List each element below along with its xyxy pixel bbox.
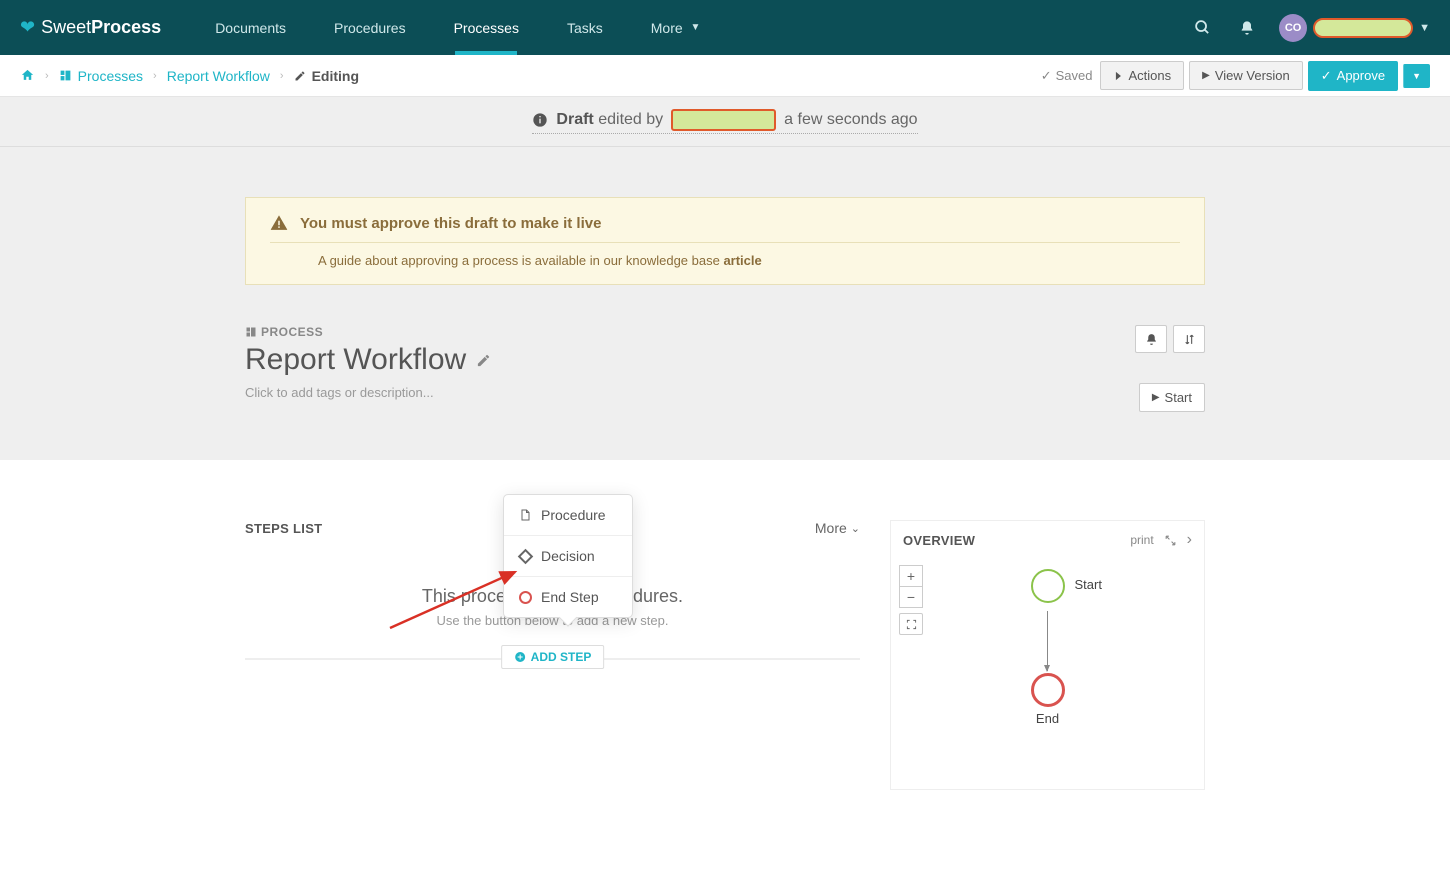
nav-documents[interactable]: Documents bbox=[191, 0, 310, 55]
flow-start-label: Start bbox=[1075, 577, 1102, 592]
actions-button[interactable]: Actions bbox=[1100, 61, 1184, 90]
flow-end-label: End bbox=[1036, 711, 1059, 726]
draft-banner: Draft edited by a few seconds ago bbox=[0, 97, 1450, 147]
chevron-down-icon: ▼ bbox=[690, 22, 700, 33]
user-avatar[interactable]: CO bbox=[1279, 14, 1307, 42]
saved-indicator: ✓ Saved bbox=[1041, 68, 1093, 84]
diamond-icon bbox=[518, 549, 532, 563]
add-step-popover: Procedure Decision End Step bbox=[503, 494, 633, 618]
flow-diagram: Start End bbox=[1031, 569, 1065, 726]
bell-icon[interactable] bbox=[1225, 20, 1269, 36]
zoom-controls: + − bbox=[899, 565, 923, 634]
approve-alert: You must approve this draft to make it l… bbox=[245, 197, 1205, 285]
process-description[interactable]: Click to add tags or description... bbox=[245, 385, 1205, 400]
top-nav: ❤ SweetProcess Documents Procedures Proc… bbox=[0, 0, 1450, 55]
steps-more[interactable]: More ⌄ bbox=[815, 520, 860, 536]
approve-dropdown[interactable]: ▼ bbox=[1403, 64, 1430, 88]
add-step-button[interactable]: ADD STEP bbox=[501, 645, 605, 669]
overview-panel: OVERVIEW print › + − bbox=[890, 520, 1205, 790]
logo-icon: ❤ bbox=[20, 17, 35, 38]
chevron-right-icon[interactable]: › bbox=[1187, 531, 1192, 549]
warning-icon bbox=[270, 214, 288, 232]
flow-connector bbox=[1047, 611, 1048, 671]
nav-more[interactable]: More ▼ bbox=[627, 0, 725, 55]
popover-procedure[interactable]: Procedure bbox=[504, 495, 632, 536]
user-name-redacted bbox=[1313, 18, 1413, 38]
content-area: STEPS LIST More ⌄ This process has no pr… bbox=[0, 460, 1450, 890]
print-link[interactable]: print bbox=[1130, 533, 1153, 547]
article-link[interactable]: article bbox=[723, 253, 761, 268]
circle-icon bbox=[518, 590, 532, 604]
header-area: You must approve this draft to make it l… bbox=[0, 147, 1450, 460]
steps-column: STEPS LIST More ⌄ This process has no pr… bbox=[245, 520, 860, 790]
popover-decision[interactable]: Decision bbox=[504, 536, 632, 577]
start-button[interactable]: ▶ Start bbox=[1139, 383, 1205, 412]
info-icon bbox=[532, 112, 548, 128]
zoom-in-button[interactable]: + bbox=[899, 565, 923, 587]
steps-heading: STEPS LIST bbox=[245, 521, 322, 536]
chevron-right-icon: › bbox=[45, 70, 49, 82]
sub-toolbar: › Processes › Report Workflow › Editing … bbox=[0, 55, 1450, 97]
notify-button[interactable] bbox=[1135, 325, 1167, 353]
process-title[interactable]: Report Workflow bbox=[245, 343, 1205, 377]
nav-processes[interactable]: Processes bbox=[430, 0, 543, 55]
nav-procedures[interactable]: Procedures bbox=[310, 0, 430, 55]
logo[interactable]: ❤ SweetProcess bbox=[20, 17, 161, 38]
popover-end-step[interactable]: End Step bbox=[504, 577, 632, 617]
approve-button[interactable]: ✓ Approve bbox=[1308, 61, 1398, 91]
zoom-out-button[interactable]: − bbox=[899, 586, 923, 608]
overview-column: OVERVIEW print › + − bbox=[890, 520, 1205, 790]
search-icon[interactable] bbox=[1180, 19, 1225, 36]
process-header: PROCESS Report Workflow Click to add tag… bbox=[245, 325, 1205, 400]
editor-name-redacted bbox=[671, 109, 776, 131]
nav-items: Documents Procedures Processes Tasks Mor… bbox=[191, 0, 724, 55]
flow-end-node[interactable] bbox=[1031, 673, 1065, 707]
document-icon bbox=[518, 508, 532, 522]
logo-text: SweetProcess bbox=[41, 17, 161, 38]
overview-heading: OVERVIEW bbox=[903, 533, 975, 548]
steps-divider: ADD STEP bbox=[245, 658, 860, 660]
edit-title-icon[interactable] bbox=[476, 353, 491, 368]
sort-button[interactable] bbox=[1173, 325, 1205, 353]
process-label: PROCESS bbox=[245, 325, 1205, 339]
breadcrumb: › Processes › Report Workflow › Editing bbox=[20, 68, 359, 84]
user-menu-chevron-icon[interactable]: ▼ bbox=[1419, 22, 1430, 34]
chevron-right-icon: › bbox=[280, 70, 284, 82]
chevron-right-icon: › bbox=[153, 70, 157, 82]
expand-icon[interactable] bbox=[1164, 534, 1177, 547]
zoom-fit-button[interactable] bbox=[899, 613, 923, 635]
breadcrumb-home[interactable] bbox=[20, 68, 35, 83]
breadcrumb-processes[interactable]: Processes bbox=[59, 68, 143, 84]
flow-start-node[interactable] bbox=[1031, 569, 1065, 603]
view-version-button[interactable]: ▶ View Version bbox=[1189, 61, 1303, 90]
nav-tasks[interactable]: Tasks bbox=[543, 0, 627, 55]
breadcrumb-workflow[interactable]: Report Workflow bbox=[167, 68, 270, 84]
breadcrumb-editing: Editing bbox=[294, 68, 359, 84]
